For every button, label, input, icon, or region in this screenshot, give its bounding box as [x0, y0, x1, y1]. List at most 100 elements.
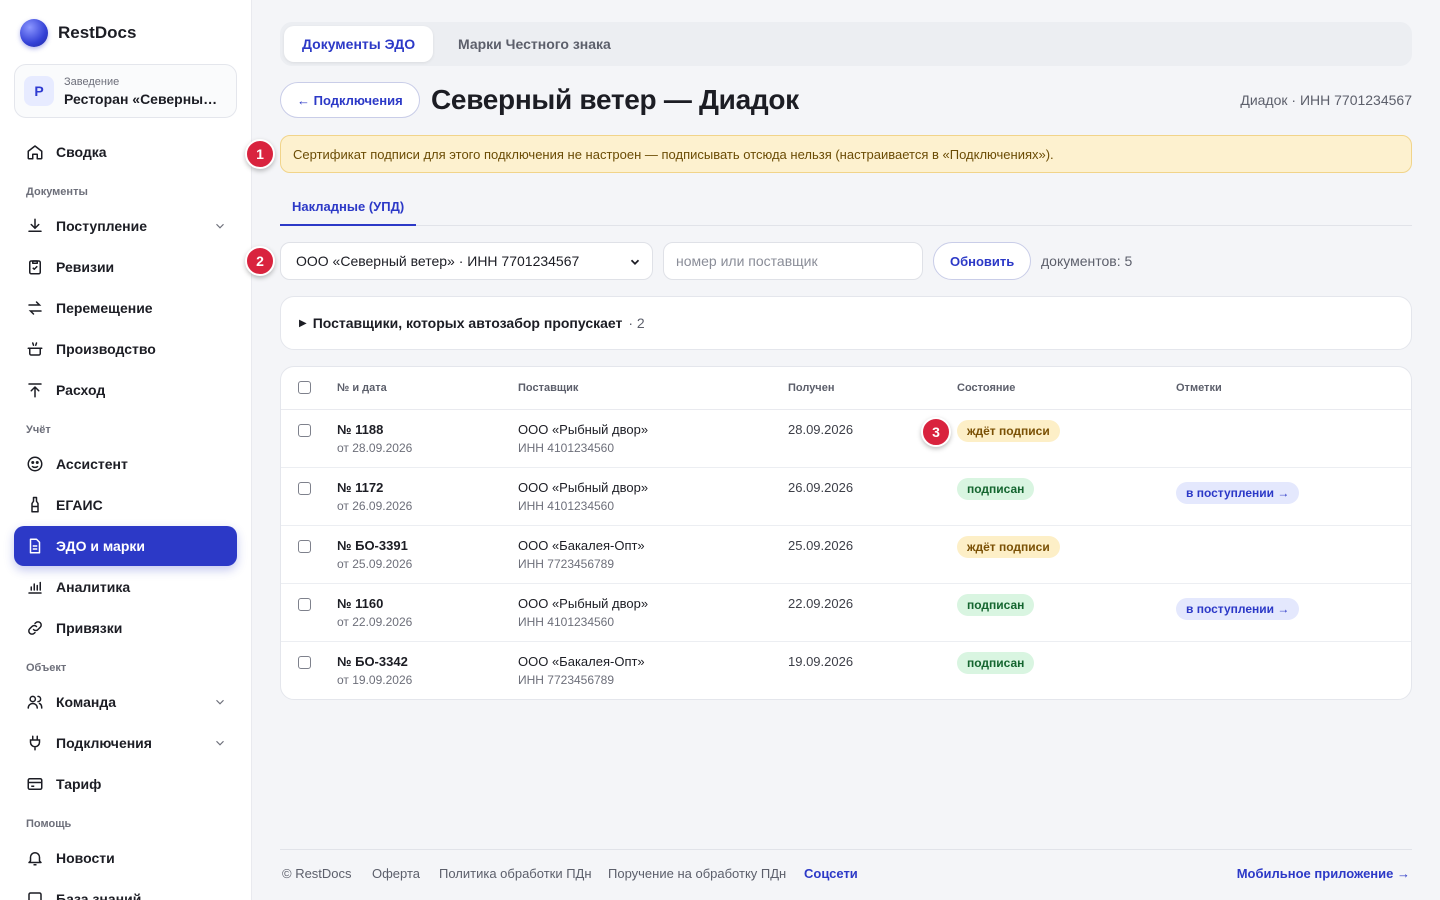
- doc-number: № БО-3391: [337, 538, 408, 553]
- nav-label: Команда: [56, 694, 116, 710]
- annotation-marker-1: 1: [245, 139, 275, 169]
- triangle-right-icon: ▶: [299, 317, 307, 329]
- brand[interactable]: RestDocs: [20, 19, 136, 47]
- users-icon: [27, 695, 43, 709]
- nav-label: Перемещение: [56, 300, 153, 316]
- status-badge: подписан: [957, 478, 1035, 500]
- nav-item-transfer[interactable]: Перемещение: [14, 288, 237, 328]
- bar-chart-icon: [28, 581, 42, 594]
- nav-item-bindings[interactable]: Привязки: [14, 608, 237, 648]
- col-header-marks: Отметки: [1176, 382, 1222, 394]
- tab-edo-documents[interactable]: Документы ЭДО: [284, 26, 434, 62]
- nav-item-egais[interactable]: ЕГАИС: [14, 485, 237, 525]
- nav-label: Производство: [56, 341, 156, 357]
- row-checkbox[interactable]: [298, 482, 311, 495]
- tabs-bar: Документы ЭДО Марки Честного знака: [280, 22, 1412, 66]
- row-checkbox[interactable]: [298, 540, 311, 553]
- supplier-inn: ИНН 7723456789: [518, 673, 615, 687]
- venue-avatar: Р: [24, 76, 54, 106]
- page-meta: Диадок · ИНН 7701234567: [1240, 92, 1412, 108]
- footer-order-link[interactable]: Поручение на обработку ПДн: [608, 866, 786, 881]
- select-all-checkbox[interactable]: [298, 381, 311, 394]
- footer: © RestDocs Оферта Политика обработки ПДн…: [280, 849, 1412, 900]
- organization-select[interactable]: ООО «Северный ветер» · ИНН 7701234567: [280, 242, 653, 280]
- nav-label: База знаний: [56, 891, 142, 900]
- col-header-supplier: Поставщик: [518, 382, 579, 394]
- footer-social-link[interactable]: Соцсети: [804, 866, 858, 881]
- back-to-connections-button[interactable]: ← Подключения: [280, 82, 420, 118]
- doc-number: № 1188: [337, 422, 384, 437]
- nav-item-analytics[interactable]: Аналитика: [14, 567, 237, 607]
- brand-logo-icon: [20, 19, 48, 47]
- nav-item-audits[interactable]: Ревизии: [14, 247, 237, 287]
- nav-section-accounting: Учёт: [26, 424, 51, 436]
- subtab-invoices[interactable]: Накладные (УПД): [280, 188, 417, 226]
- table-row[interactable]: № БО-3391 от 25.09.2026 ООО «Бакалея-Опт…: [281, 526, 1411, 584]
- table-row[interactable]: № 1188 от 28.09.2026 ООО «Рыбный двор» И…: [281, 410, 1411, 468]
- nav-label: Привязки: [56, 620, 123, 636]
- nav-label: Новости: [56, 850, 115, 866]
- nav-item-assistant[interactable]: Ассистент: [14, 444, 237, 484]
- supplier-name: ООО «Рыбный двор»: [518, 596, 649, 611]
- clipboard-icon: [29, 260, 41, 275]
- bell-icon: [28, 852, 42, 866]
- nav-label: Тариф: [56, 776, 102, 792]
- nav-item-team[interactable]: Команда: [14, 682, 237, 722]
- supplier-inn: ИНН 4101234560: [518, 499, 615, 513]
- venue-text: Заведение Ресторан «Северный ветер»: [64, 76, 224, 107]
- venue-caption: Заведение: [64, 75, 120, 88]
- nav-label: Поступление: [56, 218, 148, 234]
- footer-offer-link[interactable]: Оферта: [372, 866, 420, 881]
- nav-item-expense[interactable]: Расход: [14, 370, 237, 410]
- tab-honest-sign-marks[interactable]: Марки Честного знака: [440, 26, 629, 62]
- nav-item-production[interactable]: Производство: [14, 329, 237, 369]
- skipped-suppliers-toggle[interactable]: ▶ Поставщики, которых автозабор пропуска…: [280, 296, 1412, 350]
- in-receipt-link[interactable]: в поступлении →: [1176, 482, 1300, 504]
- status-badge: ждёт подписи: [957, 536, 1060, 558]
- footer-policy-link[interactable]: Политика обработки ПДн: [439, 866, 592, 881]
- supplier-inn: ИНН 4101234560: [518, 615, 615, 629]
- nav-section-documents: Документы: [26, 186, 88, 198]
- certificate-warning-alert: Сертификат подписи для этого подключения…: [280, 135, 1412, 173]
- nav-label: ЭДО и марки: [56, 538, 145, 554]
- row-checkbox[interactable]: [298, 656, 311, 669]
- nav-item-receipt[interactable]: Поступление: [14, 206, 237, 246]
- footer-copyright: © RestDocs: [282, 866, 352, 881]
- table-row[interactable]: № 1172 от 26.09.2026 ООО «Рыбный двор» И…: [281, 468, 1411, 526]
- row-checkbox[interactable]: [298, 598, 311, 611]
- refresh-button[interactable]: Обновить: [933, 242, 1032, 280]
- supplier-inn: ИНН 4101234560: [518, 441, 615, 455]
- received-date: 28.09.2026: [788, 422, 854, 437]
- documents-count-value: 5: [1124, 253, 1133, 269]
- nav-item-news[interactable]: Новости: [14, 838, 237, 878]
- upload-icon: [28, 383, 42, 398]
- nav-label: Подключения: [56, 735, 152, 751]
- doc-number: № 1160: [337, 596, 384, 611]
- arrows-swap-icon: [28, 301, 42, 315]
- annotation-marker-2: 2: [245, 246, 275, 276]
- nav-item-edo[interactable]: ЭДО и марки: [14, 526, 237, 566]
- plug-icon: [29, 735, 41, 751]
- table-row[interactable]: № БО-3342 от 19.09.2026 ООО «Бакалея-Опт…: [281, 642, 1411, 699]
- table-row[interactable]: № 1160 от 22.09.2026 ООО «Рыбный двор» И…: [281, 584, 1411, 642]
- nav-section-object: Объект: [26, 662, 67, 674]
- search-input[interactable]: [663, 242, 923, 280]
- pot-icon: [27, 342, 43, 356]
- document-icon: [29, 538, 41, 554]
- doc-date: от 26.09.2026: [337, 499, 413, 513]
- chevron-down-icon: [630, 259, 640, 265]
- row-checkbox[interactable]: [298, 424, 311, 437]
- nav-item-kb[interactable]: База знаний: [14, 879, 237, 900]
- received-date: 19.09.2026: [788, 654, 854, 669]
- link-icon: [28, 621, 42, 635]
- nav-item-tariff[interactable]: Тариф: [14, 764, 237, 804]
- status-badge: ждёт подписи: [957, 420, 1060, 442]
- alert-text: Сертификат подписи для этого подключения…: [293, 146, 1054, 162]
- supplier-name: ООО «Рыбный двор»: [518, 480, 649, 495]
- venue-switcher[interactable]: Р Заведение Ресторан «Северный ветер»: [14, 64, 237, 118]
- in-receipt-link[interactable]: в поступлении →: [1176, 598, 1300, 620]
- footer-mobile-app-link[interactable]: Мобильное приложение →: [1237, 866, 1410, 881]
- documents-count-label: документов:: [1041, 253, 1121, 269]
- nav-item-summary[interactable]: Сводка: [14, 132, 237, 172]
- nav-item-connections[interactable]: Подключения: [14, 723, 237, 763]
